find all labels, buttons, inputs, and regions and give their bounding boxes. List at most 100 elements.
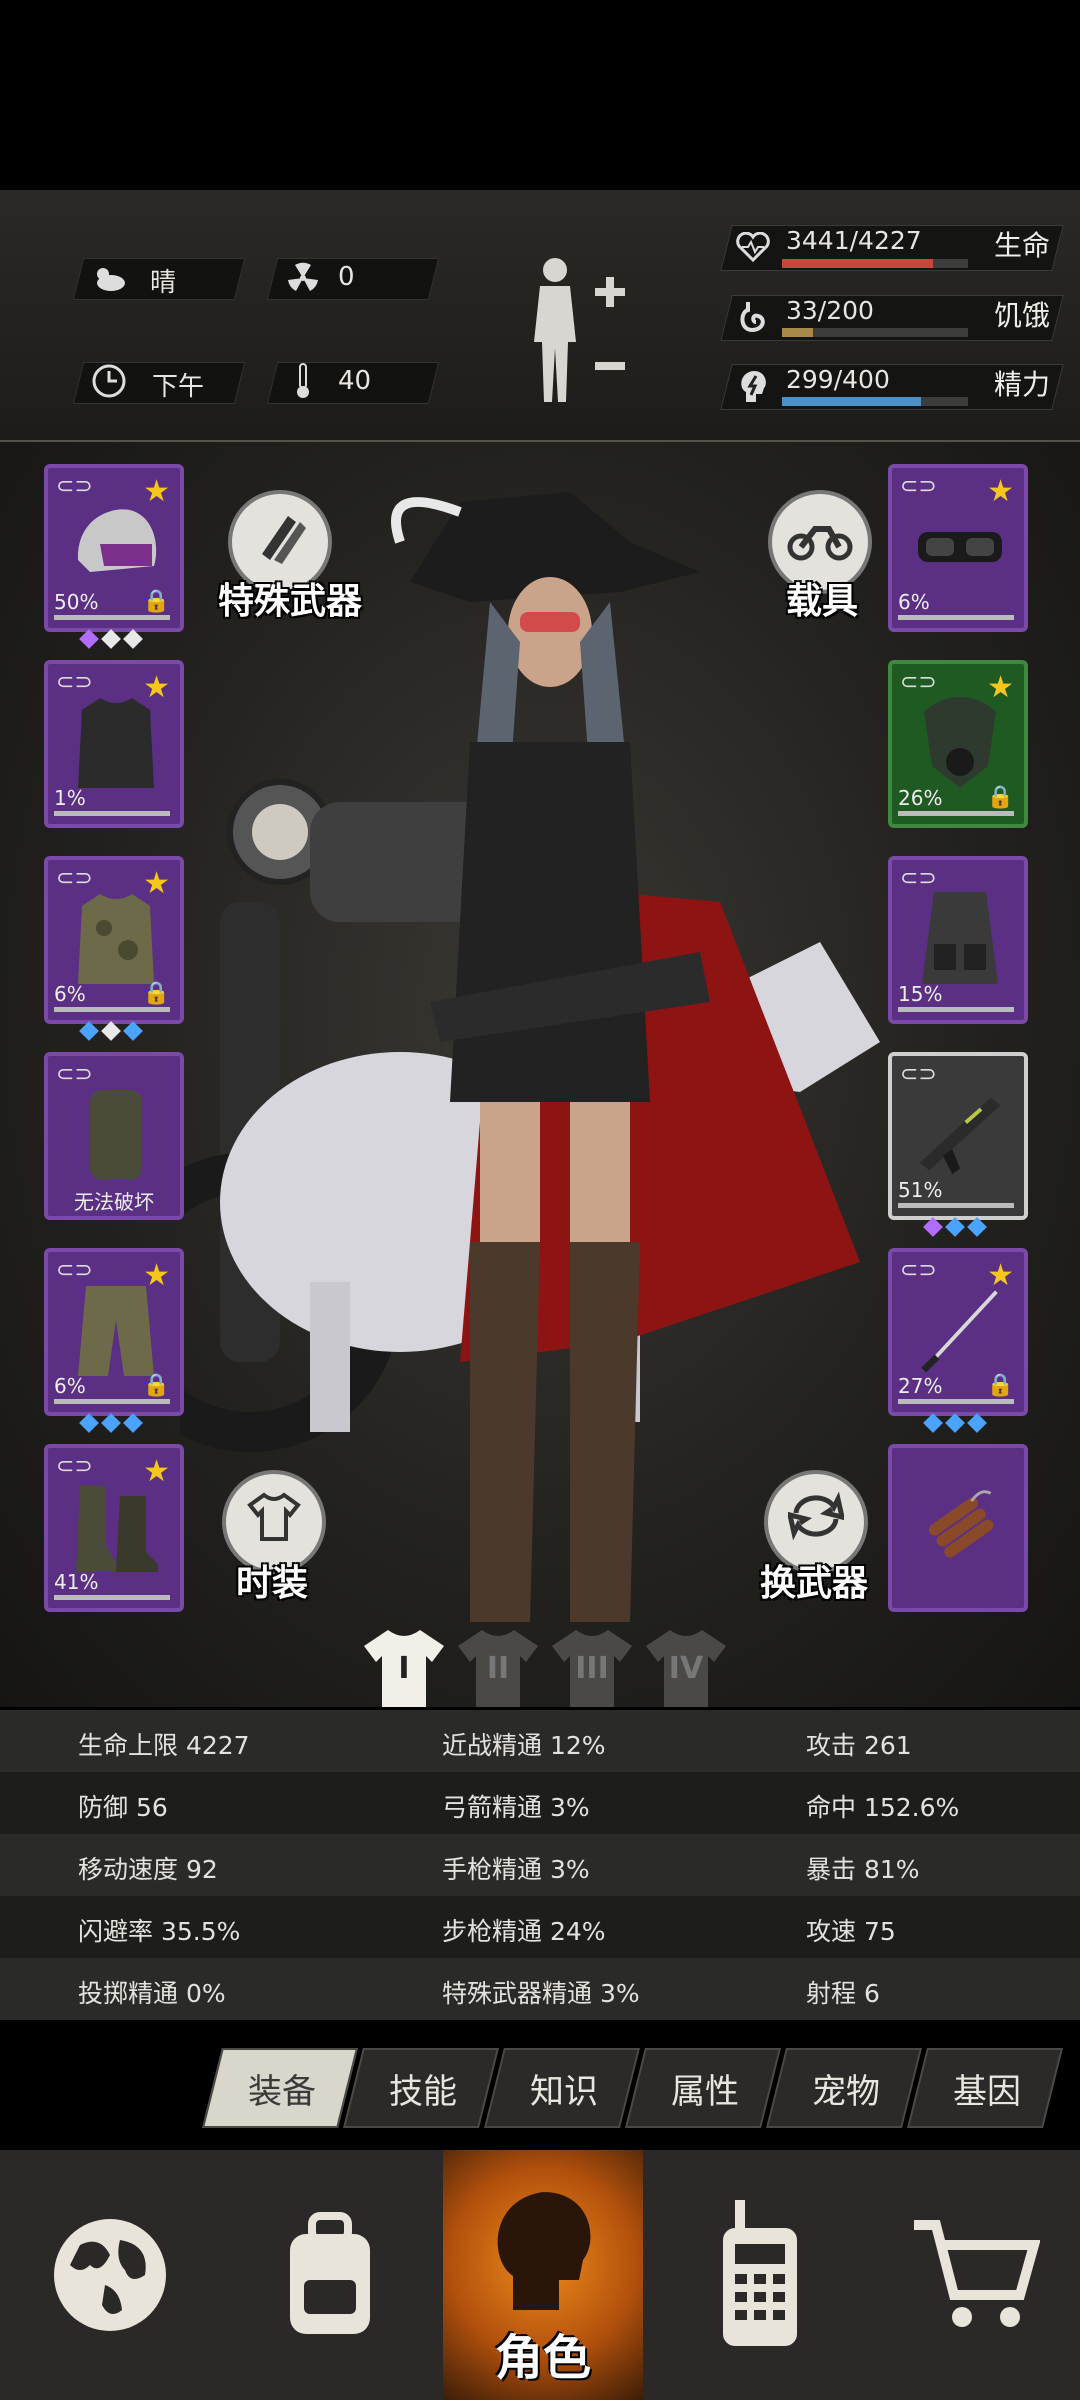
gem-sockets	[79, 1021, 143, 1041]
tshirt-icon	[246, 1491, 302, 1553]
nav-world-button[interactable]	[0, 2150, 220, 2400]
durability-percent: 6%	[898, 590, 930, 614]
black-jacket-icon	[70, 692, 162, 792]
nav-shop-button[interactable]	[870, 2150, 1080, 2400]
stat-cell: 射程 6	[806, 1979, 880, 2008]
durability-bar	[898, 1203, 1014, 1208]
durability-percent: 27%	[898, 1374, 943, 1398]
hunger-label: 饥饿	[994, 299, 1051, 332]
health-meter	[782, 259, 968, 268]
gem-icon	[101, 1413, 121, 1433]
swap-weapon-label[interactable]: 换武器	[760, 1554, 868, 1606]
outfit-slot-4[interactable]: IV	[642, 1626, 730, 1707]
tactical-vest-icon	[914, 888, 1006, 988]
stat-cell: 移动速度 92	[78, 1855, 218, 1884]
right-equip-slot-tactical-vest[interactable]: ⊂⊃ 15%	[888, 856, 1028, 1024]
left-equip-slot-camo-pants[interactable]: ⊂⊃ ★ 6% 🔒	[44, 1248, 184, 1416]
tab-label[interactable]: 宠物	[812, 2064, 880, 2113]
tab-label[interactable]: 基因	[953, 2064, 1021, 2113]
outfit-numeral: I	[398, 1650, 410, 1686]
dynamite-icon	[914, 1476, 1006, 1576]
health-value: 3441/4227	[786, 226, 922, 255]
durability-bar	[54, 615, 170, 620]
health-label: 生命	[994, 229, 1051, 262]
left-equip-slot-camo-jacket[interactable]: ⊂⊃ ★ 6% 🔒	[44, 856, 184, 1024]
outfit-numeral: III	[575, 1650, 609, 1686]
time-text: 下午	[152, 372, 205, 402]
gem-sockets	[923, 1217, 987, 1237]
stomach-icon	[734, 298, 772, 336]
gem-icon	[79, 1021, 99, 1041]
stat-cell: 生命上限 4227	[78, 1731, 250, 1760]
tab-label[interactable]: 属性	[671, 2064, 739, 2113]
durability-percent: 6%	[54, 1374, 86, 1398]
stat-cell: 攻速 75	[806, 1917, 896, 1946]
vehicle-label[interactable]: 载具	[786, 572, 858, 624]
combat-boots-icon	[70, 1476, 162, 1576]
stat-cell: 闪避率 35.5%	[78, 1917, 241, 1946]
gem-icon	[945, 1217, 965, 1237]
stat-row: 投掷精通 0% 特殊武器精通 3% 射程 6	[0, 1958, 1080, 2020]
right-equip-slot-dynamite[interactable]	[888, 1444, 1028, 1612]
cart-icon	[914, 2220, 1040, 2327]
outfit-slot-2[interactable]: II	[454, 1626, 542, 1707]
durability-bar	[54, 1007, 170, 1012]
gem-icon	[123, 1021, 143, 1041]
outfit-numeral: IV	[668, 1650, 704, 1686]
right-equip-slot-katana[interactable]: ⊂⊃ ★ 27% 🔒	[888, 1248, 1028, 1416]
attribute-table: 生命上限 4227 近战精通 12% 攻击 261 防御 56 弓箭精通 3% 命中 15…	[0, 1710, 1080, 2020]
nav-character-label[interactable]: 角色	[443, 2318, 643, 2388]
left-equip-slot-backpack-armor[interactable]: ⊂⊃ 无法破坏	[44, 1052, 184, 1220]
tab-label[interactable]: 知识	[530, 2064, 598, 2113]
stat-cell: 命中 152.6%	[806, 1793, 960, 1822]
outfit-slot-3[interactable]: III	[548, 1626, 636, 1707]
right-equip-slot-assault-rifle[interactable]: ⊂⊃ 51%	[888, 1052, 1028, 1220]
durability-bar	[898, 1007, 1014, 1012]
motorcycle-icon	[787, 511, 853, 573]
stat-cell: 暴击 81%	[806, 1855, 920, 1884]
left-equip-slot-black-jacket[interactable]: ⊂⊃ ★ 1%	[44, 660, 184, 828]
durability-bar	[898, 1399, 1014, 1404]
body-status-icon[interactable]	[520, 252, 630, 412]
stat-cell: 手枪精通 3%	[442, 1855, 590, 1884]
police-helmet-icon	[70, 496, 162, 596]
stat-cell: 投掷精通 0%	[78, 1979, 226, 2008]
stat-cell: 防御 56	[78, 1793, 168, 1822]
clock-icon	[90, 362, 128, 400]
special-weapon-label[interactable]: 特殊武器	[218, 572, 362, 624]
backpack-icon	[290, 2212, 370, 2334]
radiation-value: 0	[338, 262, 355, 292]
durability-bar	[898, 811, 1014, 816]
right-equip-slot-gas-mask[interactable]: ⊂⊃ ★ 26% 🔒	[888, 660, 1028, 828]
nav-backpack-button[interactable]	[220, 2150, 440, 2400]
gem-icon	[123, 629, 143, 649]
nav-radio-button[interactable]	[660, 2150, 860, 2400]
thermometer-icon	[284, 362, 322, 400]
right-equip-slot-goggles[interactable]: ⊂⊃ ★ 6%	[888, 464, 1028, 632]
durability-percent: 15%	[898, 982, 943, 1006]
energy-label: 精力	[994, 368, 1051, 401]
gem-icon	[923, 1217, 943, 1237]
gem-sockets	[79, 1413, 143, 1433]
lock-icon: 🔒	[986, 1373, 1014, 1398]
left-equip-slot-combat-boots[interactable]: ⊂⊃ ★ 41%	[44, 1444, 184, 1612]
durability-bar	[898, 615, 1014, 620]
tab-label[interactable]: 技能	[389, 2064, 457, 2113]
gas-mask-icon	[914, 692, 1006, 792]
left-equip-slot-police-helmet[interactable]: ⊂⊃ ★ 50% 🔒	[44, 464, 184, 632]
outfit-slot-1[interactable]: I	[360, 1626, 448, 1707]
character-scene: ⊂⊃ ★ 50% 🔒 ⊂⊃ ★ 1% ⊂⊃ ★ 6% 🔒 ⊂⊃ 无法破坏 ⊂⊃ ★ 6% 🔒 ⊂⊃ ★ 41% ⊂⊃ ★…	[0, 442, 1080, 1707]
durability-percent: 50%	[54, 590, 99, 614]
character-illustration	[391, 492, 710, 1622]
weather-text: 晴	[150, 268, 177, 298]
camo-pants-icon	[70, 1280, 162, 1380]
lock-icon: 🔒	[986, 785, 1014, 810]
temperature-value: 40	[338, 366, 372, 396]
gem-icon	[79, 629, 99, 649]
durability-percent: 26%	[898, 786, 943, 810]
tab-label[interactable]: 装备	[248, 2064, 316, 2113]
fashion-label[interactable]: 时装	[236, 1554, 308, 1606]
hunger-meter	[782, 328, 968, 337]
stat-cell: 特殊武器精通 3%	[442, 1979, 640, 2008]
hunger-value: 33/200	[786, 296, 874, 325]
